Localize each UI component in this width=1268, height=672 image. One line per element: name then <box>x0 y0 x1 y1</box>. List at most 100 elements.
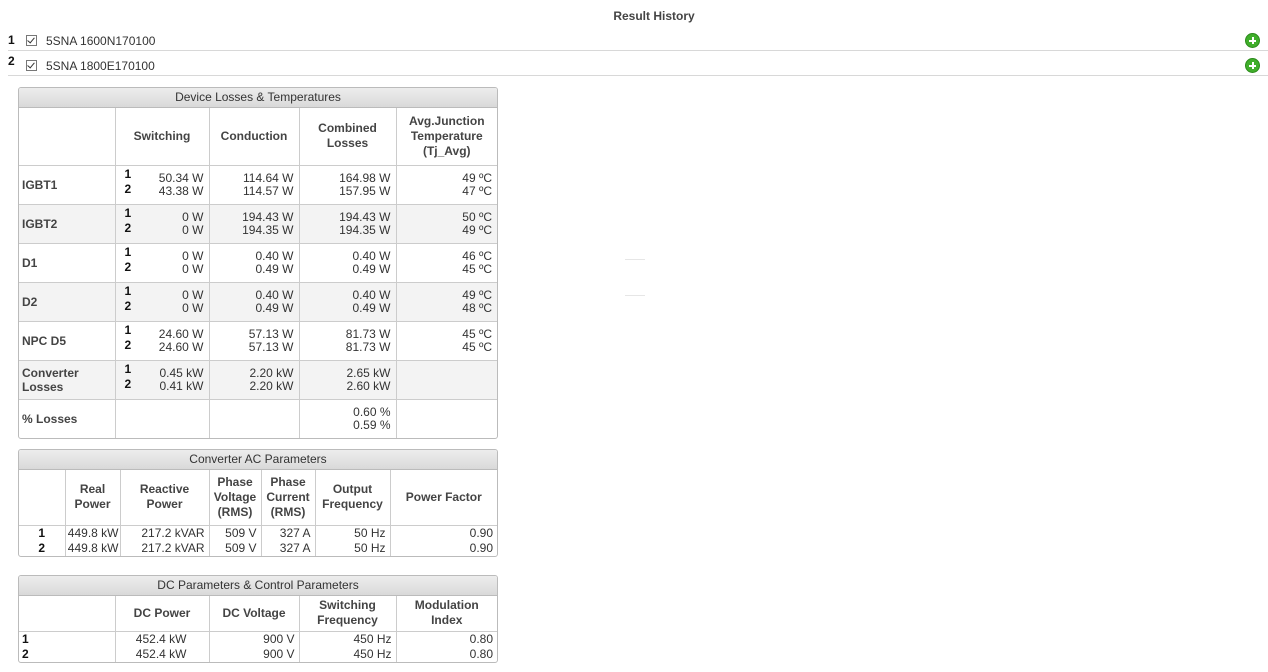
dc-value: 450 Hz <box>299 631 397 647</box>
value-1: 194.43 W <box>339 209 391 224</box>
series-index-2: 2 <box>124 181 132 196</box>
value-1: 46 ºC <box>462 248 492 263</box>
dc-table: DC Power DC Voltage Switching Frequency … <box>19 596 497 662</box>
temperature-cell: 46 ºC 45 ºC <box>396 243 497 283</box>
row-index: 1 <box>19 631 116 647</box>
dc-row: 1 452.4 kW 900 V 450 Hz 0.80 <box>19 631 497 647</box>
value-1: 0.60 % <box>353 404 391 419</box>
value-1: 114.64 W <box>243 170 294 185</box>
ac-row: 1 449.8 kW 217.2 kVAR 509 V 327 A 50 Hz 0.90 <box>19 525 497 541</box>
corner-cell <box>19 108 116 166</box>
panel-title: Device Losses & Temperatures <box>19 88 497 108</box>
col-header: Power Factor <box>390 470 497 526</box>
col-header: Combined Losses <box>299 108 397 166</box>
ac-value: 449.8 kW <box>65 525 121 541</box>
temperature-cell: 50 ºC 49 ºC <box>396 204 497 244</box>
dc-value: 452.4 kW <box>115 646 210 662</box>
loss-row: D2 1 2 0 W0 W 0.40 W 0.49 W 0.40 W 0.49 W 49 ºC 4… <box>19 282 497 322</box>
combined-cell: 0.60 % 0.59 % <box>299 399 397 438</box>
col-header: Real Power <box>65 470 121 526</box>
value-1: 0.40 W <box>352 248 391 263</box>
value-2: 194.35 W <box>242 222 294 237</box>
switching-cell: 1 2 24.60 W 24.60 W <box>115 321 210 361</box>
series-index-2: 2 <box>124 376 132 391</box>
value-2: 57.13 W <box>248 339 294 354</box>
history-device-name: 5SNA 1800E170100 <box>46 59 155 73</box>
value-2: 47 ºC <box>462 183 492 198</box>
combined-cell: 164.98 W 157.95 W <box>299 165 397 205</box>
series-index-1: 1 <box>124 361 132 376</box>
add-icon[interactable] <box>1245 33 1260 48</box>
ac-value: 509 V <box>209 540 262 556</box>
ac-value: 509 V <box>209 525 262 541</box>
series-index-1: 1 <box>124 283 132 298</box>
history-device-name: 5SNA 1600N170100 <box>46 34 156 48</box>
history-row-1[interactable]: 1 5SNA 1600N170100 <box>8 30 1268 51</box>
col-header: Modulation Index <box>396 596 497 632</box>
dc-value: 450 Hz <box>299 646 397 662</box>
col-header: Switching <box>115 108 210 166</box>
loss-row: IGBT2 1 2 0 W0 W 194.43 W 194.35 W 194.43 W 194… <box>19 204 497 244</box>
add-icon[interactable] <box>1245 58 1260 73</box>
row-label: IGBT1 <box>19 165 116 205</box>
value-1: 45 ºC <box>462 326 492 341</box>
dc-value: 452.4 kW <box>115 631 210 647</box>
panel-title: Converter AC Parameters <box>19 450 497 470</box>
ac-value: 0.90 <box>469 540 493 555</box>
ac-value: 327 A <box>261 525 316 541</box>
ac-row: 2 449.8 kW 217.2 kVAR 509 V 327 A 50 Hz 0.90 <box>19 540 497 556</box>
corner-cell <box>19 596 116 632</box>
value-1: 2.20 kW <box>249 365 294 380</box>
value-1: 0.40 W <box>255 287 294 302</box>
series-index-2: 2 <box>124 298 132 313</box>
value-2: 45 ºC <box>462 261 492 276</box>
history-row-2[interactable]: 2 5SNA 1800E170100 <box>8 54 1268 76</box>
value-1: 49 ºC <box>462 170 492 185</box>
col-header: DC Power <box>115 596 210 632</box>
col-header: Avg.Junction Temperature (Tj_Avg) <box>396 108 497 166</box>
value-2: 2.20 kW <box>249 378 294 393</box>
converter-losses-row: Converter Losses 1 2 0.45 kW 0.41 kW 2.20 kW 2… <box>19 360 497 400</box>
ac-table: Real Power Reactive Power Phase Voltage … <box>19 470 497 556</box>
col-header: Phase Current (RMS) <box>261 470 316 526</box>
history-checkbox[interactable] <box>26 60 37 71</box>
conduction-cell: 0.40 W 0.49 W <box>209 282 300 322</box>
row-index: 1 <box>19 525 66 541</box>
divider <box>625 259 645 260</box>
value-1: 164.98 W <box>339 170 391 185</box>
series-index-2: 2 <box>124 220 132 235</box>
result-history-title: Result History <box>613 9 695 23</box>
combined-cell: 0.40 W 0.49 W <box>299 282 397 322</box>
value-2: 0.49 W <box>255 300 294 315</box>
dc-value: 0.80 <box>469 631 493 646</box>
value-1: 49 ºC <box>462 287 492 302</box>
ac-value: 50 Hz <box>315 540 391 556</box>
value-1: 57.13 W <box>248 326 294 341</box>
dc-value: 0.80 <box>469 646 493 661</box>
switching-cell: 120 W0 W <box>115 204 210 244</box>
history-checkbox[interactable] <box>26 35 37 46</box>
temperature-cell: 49 ºC 48 ºC <box>396 282 497 322</box>
loss-row: IGBT1 1 2 50.34 W 43.38 W 114.64 W 114.57 W 164… <box>19 165 497 205</box>
value-1: 0.40 W <box>255 248 294 263</box>
row-index: 2 <box>19 646 116 662</box>
row-label: D1 <box>19 243 116 283</box>
value-1: 0.40 W <box>352 287 391 302</box>
series-index-2: 2 <box>124 259 132 274</box>
col-header: DC Voltage <box>209 596 300 632</box>
ac-value: 449.8 kW <box>65 540 121 556</box>
col-header: Switching Frequency <box>299 596 397 632</box>
value-2: 45 ºC <box>462 339 492 354</box>
row-index: 2 <box>19 540 66 556</box>
loss-row: NPC D5 1 2 24.60 W 24.60 W 57.13 W 57.13 W 81.7… <box>19 321 497 361</box>
dc-parameters-panel: DC Parameters & Control Parameters DC Po… <box>18 575 498 663</box>
switching-cell: 1 2 50.34 W 43.38 W <box>115 165 210 205</box>
conduction-cell: 194.43 W 194.35 W <box>209 204 300 244</box>
switching-cell: 120 W0 W <box>115 282 210 322</box>
switching-cell: 120 W0 W <box>115 243 210 283</box>
conduction-cell: 114.64 W 114.57 W <box>209 165 300 205</box>
ac-value: 327 A <box>261 540 316 556</box>
series-index-1: 1 <box>124 166 132 181</box>
value-2: 81.73 W <box>345 339 391 354</box>
temperature-cell: 49 ºC 47 ºC <box>396 165 497 205</box>
